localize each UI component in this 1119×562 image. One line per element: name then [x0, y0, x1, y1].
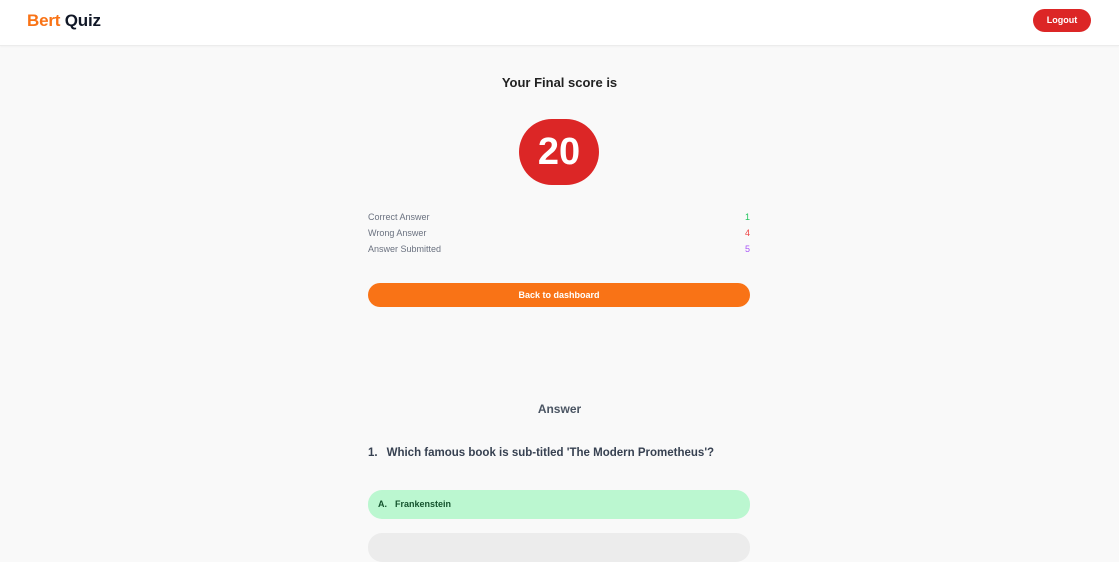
stat-value-correct: 1	[744, 212, 750, 222]
question-body: Which famous book is sub-titled 'The Mod…	[386, 447, 715, 459]
final-score-badge: 20	[519, 119, 599, 185]
score-stats: Correct Answer 1 Wrong Answer 4 Answer S…	[368, 211, 750, 259]
stat-row-correct: Correct Answer 1	[368, 211, 750, 227]
app-logo[interactable]: Bert Quiz	[27, 11, 101, 31]
top-navbar: Bert Quiz Logout	[0, 0, 1119, 46]
logo-quiz-text: Quiz	[64, 11, 101, 30]
option-text: Frankenstein	[395, 499, 452, 509]
stat-row-wrong: Wrong Answer 4	[368, 227, 750, 243]
stat-value-wrong: 4	[744, 228, 750, 238]
question-number: 1.	[368, 447, 378, 459]
answer-section-heading: Answer	[537, 402, 582, 416]
back-to-dashboard-button[interactable]: Back to dashboard	[368, 283, 750, 307]
stat-label-wrong: Wrong Answer	[368, 228, 427, 238]
answer-option-b[interactable]	[368, 533, 750, 562]
stat-label-submitted: Answer Submitted	[368, 244, 442, 254]
option-letter: A.	[378, 499, 387, 509]
stat-row-submitted: Answer Submitted 5	[368, 243, 750, 259]
answer-option-a[interactable]: A. Frankenstein	[368, 490, 750, 519]
stat-label-correct: Correct Answer	[368, 212, 430, 222]
final-score-title: Your Final score is	[501, 75, 618, 90]
logo-bert-text: Bert	[27, 11, 61, 30]
logout-button[interactable]: Logout	[1033, 9, 1091, 32]
question-text: 1. Which famous book is sub-titled 'The M…	[368, 447, 768, 459]
stat-value-submitted: 5	[744, 244, 750, 254]
